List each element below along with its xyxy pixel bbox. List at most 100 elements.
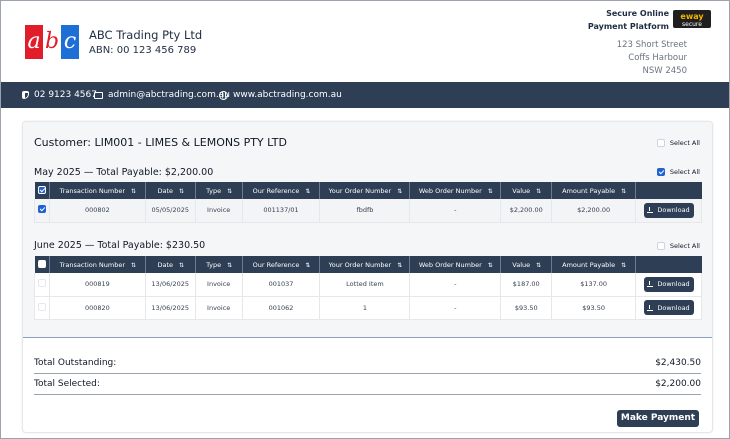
total-selected-label: Total Selected:	[34, 379, 100, 389]
cell-type: Invoice	[195, 199, 243, 223]
contact-bar: 02 9123 4567 admin@abctrading.com.au www…	[1, 82, 729, 108]
checkbox-icon[interactable]	[656, 242, 665, 250]
col-date[interactable]: Date ⇅	[145, 182, 196, 199]
sort-icon[interactable]: ⇅	[536, 262, 541, 269]
col-web-order-number[interactable]: Web Order Number ⇅	[409, 256, 502, 273]
sort-icon[interactable]: ⇅	[397, 188, 402, 195]
sort-icon[interactable]: ⇅	[131, 262, 136, 269]
contact-phone[interactable]: 02 9123 4567	[22, 82, 97, 108]
col-our-reference[interactable]: Our Reference ⇅	[242, 256, 321, 273]
col-your-order-number[interactable]: Your Order Number ⇅	[319, 256, 411, 273]
address-line-3: NSW 2450	[642, 66, 688, 76]
cell-our-reference: 001037	[242, 273, 321, 297]
select-all-customer[interactable]: Select All	[656, 139, 700, 147]
company-name: ABC Trading Pty Ltd	[89, 28, 203, 42]
sort-icon[interactable]: ⇅	[179, 262, 184, 269]
transactions-area: Customer: LIM001 - LIMES & LEMONS PTY LT…	[23, 122, 712, 338]
sort-icon[interactable]: ⇅	[488, 262, 493, 269]
table-row[interactable]: 000820 13/06/2025 Invoice 001062 1 - $93…	[34, 296, 702, 320]
cell-web-order-number: -	[409, 296, 502, 320]
checkbox-icon[interactable]	[37, 185, 46, 194]
sort-icon[interactable]: ⇅	[227, 262, 232, 269]
sort-icon[interactable]: ⇅	[621, 188, 626, 195]
table-header-row: Transaction Number ⇅ Date ⇅ Type ⇅ Our Refe…	[34, 256, 702, 273]
select-all-label: Select All	[669, 242, 700, 250]
select-all-june[interactable]: Select All	[656, 242, 700, 250]
col-web-order-number[interactable]: Web Order Number ⇅	[409, 182, 502, 199]
logo-letter-c: c	[63, 29, 77, 54]
col-value[interactable]: Value ⇅	[500, 256, 553, 273]
cell-our-reference: 001062	[242, 296, 321, 320]
col-your-order-number[interactable]: Your Order Number ⇅	[319, 182, 411, 199]
cell-amount-payable: $2,200.00	[551, 199, 637, 223]
header-checkbox-cell[interactable]	[34, 256, 50, 273]
download-button[interactable]: Download	[643, 276, 694, 292]
download-button[interactable]: Download	[643, 202, 694, 218]
totals-divider	[34, 394, 701, 395]
cell-transaction-number: 000819	[49, 273, 146, 297]
download-label: Download	[657, 280, 690, 289]
sort-icon[interactable]: ⇅	[536, 188, 541, 195]
cell-transaction-number: 000802	[49, 199, 146, 223]
row-checkbox-cell[interactable]	[34, 296, 50, 320]
cell-date: 05/05/2025	[145, 199, 196, 223]
checkbox-icon[interactable]	[656, 139, 665, 147]
row-checkbox-cell[interactable]	[34, 273, 50, 297]
transactions-table-may: Transaction Number ⇅ Date ⇅ Type ⇅ Our Refe…	[34, 182, 702, 223]
col-amount-payable[interactable]: Amount Payable ⇅	[551, 256, 637, 273]
checkbox-icon[interactable]	[37, 205, 46, 214]
customer-title: Customer: LIM001 - LIMES & LEMONS PTY LT…	[34, 136, 287, 149]
download-button[interactable]: Download	[643, 300, 694, 315]
checkbox-icon[interactable]	[37, 279, 46, 288]
select-all-label: Select All	[669, 139, 700, 147]
col-transaction-number[interactable]: Transaction Number ⇅	[49, 182, 146, 199]
contact-website[interactable]: www.abctrading.com.au	[219, 82, 342, 108]
col-our-reference[interactable]: Our Reference ⇅	[242, 182, 321, 199]
checkbox-icon[interactable]	[37, 302, 46, 311]
col-transaction-number[interactable]: Transaction Number ⇅	[49, 256, 146, 273]
cell-your-order-number: 1	[319, 296, 411, 320]
col-date[interactable]: Date ⇅	[145, 256, 196, 273]
checkbox-icon[interactable]	[656, 168, 665, 176]
cell-actions: Download	[635, 296, 702, 320]
sort-icon[interactable]: ⇅	[621, 262, 626, 269]
sort-icon[interactable]: ⇅	[397, 262, 402, 269]
sort-icon[interactable]: ⇅	[488, 188, 493, 195]
sort-icon[interactable]: ⇅	[179, 188, 184, 195]
make-payment-button[interactable]: Make Payment	[617, 410, 699, 427]
col-type[interactable]: Type ⇅	[195, 256, 243, 273]
sort-icon[interactable]: ⇅	[227, 188, 232, 195]
cell-date: 13/06/2025	[145, 296, 196, 320]
download-label: Download	[657, 206, 690, 215]
cell-type: Invoice	[195, 273, 243, 297]
row-checkbox-cell[interactable]	[34, 199, 50, 223]
secure-line-1: Secure Online	[606, 9, 669, 18]
cell-value: $93.50	[500, 296, 553, 320]
header-checkbox-cell[interactable]	[34, 182, 50, 199]
checkbox-icon[interactable]	[37, 259, 46, 268]
company-logo: a b c	[25, 25, 79, 59]
col-actions	[635, 256, 702, 273]
contact-email[interactable]: admin@abctrading.com.au	[94, 82, 230, 108]
statement-panel: Customer: LIM001 - LIMES & LEMONS PTY LT…	[22, 121, 713, 433]
cell-our-reference: 001137/01	[242, 199, 321, 223]
col-value[interactable]: Value ⇅	[500, 182, 553, 199]
group-title-may: May 2025 — Total Payable: $2,200.00	[34, 167, 214, 178]
totals-divider	[34, 373, 701, 374]
cell-type: Invoice	[195, 296, 243, 320]
table-row[interactable]: 000802 05/05/2025 Invoice 001137/01 fbdf…	[34, 199, 702, 223]
sort-icon[interactable]: ⇅	[305, 188, 310, 195]
select-all-may[interactable]: Select All	[656, 168, 700, 176]
sort-icon[interactable]: ⇅	[131, 188, 136, 195]
col-amount-payable[interactable]: Amount Payable ⇅	[551, 182, 637, 199]
eway-brand: eway	[680, 12, 704, 21]
table-header-row: Transaction Number ⇅ Date ⇅ Type ⇅ Our Refe…	[34, 182, 702, 199]
cell-amount-payable: $93.50	[551, 296, 637, 320]
mail-icon	[94, 91, 103, 99]
table-row[interactable]: 000819 13/06/2025 Invoice 001037 Lotted …	[34, 273, 702, 297]
address-line-2: Coffs Harbour	[628, 53, 687, 63]
sort-icon[interactable]: ⇅	[305, 262, 310, 269]
company-address: 123 Short Street Coffs Harbour NSW 2450	[617, 39, 687, 78]
cell-actions: Download	[635, 199, 702, 223]
col-type[interactable]: Type ⇅	[195, 182, 243, 199]
